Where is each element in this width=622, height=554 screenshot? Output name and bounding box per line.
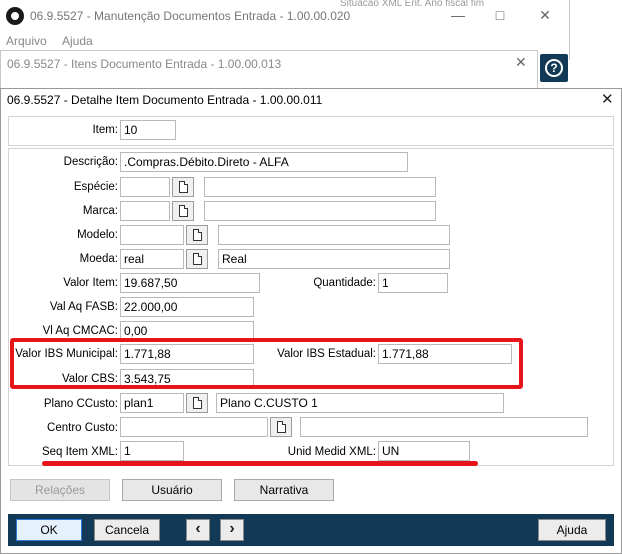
especie-lookup-button[interactable] [172, 177, 194, 197]
app-logo-icon [6, 7, 24, 25]
centro-custo-description [300, 417, 588, 437]
document-icon [193, 229, 202, 241]
valor-item-field[interactable]: 19.687,50 [120, 273, 260, 293]
especie-label: Espécie: [73, 181, 118, 193]
quantidade-field[interactable]: 1 [378, 273, 448, 293]
bottom-toolbar: OK Cancela ‹ › Ajuda [8, 514, 614, 546]
item-label: Item: [92, 124, 118, 136]
moeda-description: Real [218, 249, 450, 269]
document-icon [277, 421, 286, 433]
descricao-label: Descrição: [63, 156, 118, 168]
cancela-button[interactable]: Cancela [94, 519, 160, 541]
seq-item-xml-field[interactable]: 1 [120, 441, 184, 461]
val-aq-fasb-label: Val Aq FASB: [49, 301, 118, 313]
usuario-button[interactable]: Usuário [122, 479, 222, 501]
highlight-box [10, 338, 523, 389]
marca-field[interactable] [120, 201, 170, 221]
vl-aq-cmcac-label: Vl Aq CMCAC: [42, 325, 118, 337]
especie-description [204, 177, 436, 197]
modelo-description [218, 225, 450, 245]
ok-button[interactable]: OK [16, 519, 82, 541]
narrativa-button[interactable]: Narrativa [234, 479, 334, 501]
item-field[interactable]: 10 [120, 120, 176, 140]
plano-ccusto-lookup-button[interactable] [186, 393, 208, 413]
modelo-lookup-button[interactable] [186, 225, 208, 245]
document-icon [193, 253, 202, 265]
background-window-title: 06.9.5527 - Manutenção Documentos Entrad… [30, 9, 351, 23]
relacoes-button[interactable]: Relações [10, 479, 110, 501]
chevron-right-icon[interactable]: › [220, 519, 244, 541]
val-aq-fasb-field[interactable]: 22.000,00 [120, 297, 254, 317]
modelo-label: Modelo: [77, 229, 118, 241]
document-icon [179, 181, 188, 193]
document-icon [193, 397, 202, 409]
close-icon[interactable]: ✕ [535, 7, 555, 24]
moeda-lookup-button[interactable] [186, 249, 208, 269]
unid-medid-xml-field[interactable]: UN [378, 441, 470, 461]
ajuda-button[interactable]: Ajuda [538, 519, 606, 541]
items-window-title: 06.9.5527 - Itens Documento Entrada - 1.… [7, 57, 282, 71]
maximize-icon[interactable]: □ [490, 7, 510, 23]
plano-ccusto-field[interactable]: plan1 [120, 393, 184, 413]
items-window: 06.9.5527 - Itens Documento Entrada - 1.… [0, 50, 538, 90]
quantidade-label: Quantidade: [313, 277, 376, 289]
valor-item-label: Valor Item: [63, 277, 118, 289]
centro-custo-label: Centro Custo: [47, 422, 118, 434]
marca-lookup-button[interactable] [172, 201, 194, 221]
marca-description [204, 201, 436, 221]
help-button[interactable]: ? [540, 54, 568, 82]
highlight-underline [42, 461, 478, 466]
question-icon: ? [545, 59, 563, 77]
unid-medid-xml-label: Unid Medid XML: [287, 446, 376, 458]
modelo-field[interactable] [120, 225, 184, 245]
descricao-field[interactable]: .Compras.Débito.Direto - ALFA [120, 152, 408, 172]
menu-arquivo[interactable]: Arquivo [6, 34, 47, 48]
plano-ccusto-description: Plano C.CUSTO 1 [216, 393, 504, 413]
document-icon [179, 205, 188, 217]
menu-ajuda[interactable]: Ajuda [62, 34, 93, 48]
centro-custo-field[interactable] [120, 417, 268, 437]
background-titlebar: 06.9.5527 - Manutenção Documentos Entrad… [0, 0, 570, 32]
marca-label: Marca: [82, 205, 118, 217]
moeda-label: Moeda: [79, 253, 118, 265]
moeda-field[interactable]: real [120, 249, 184, 269]
plano-ccusto-label: Plano CCusto: [43, 398, 118, 410]
close-icon[interactable]: ✕ [515, 54, 527, 71]
dialog-title: 06.9.5527 - Detalhe Item Documento Entra… [7, 93, 323, 107]
chevron-left-icon[interactable]: ‹ [186, 519, 210, 541]
seq-item-xml-label: Seq Item XML: [41, 446, 118, 458]
close-icon[interactable]: ✕ [601, 90, 614, 108]
centro-custo-lookup-button[interactable] [270, 417, 292, 437]
especie-field[interactable] [120, 177, 170, 197]
minimize-icon[interactable]: — [448, 7, 468, 23]
